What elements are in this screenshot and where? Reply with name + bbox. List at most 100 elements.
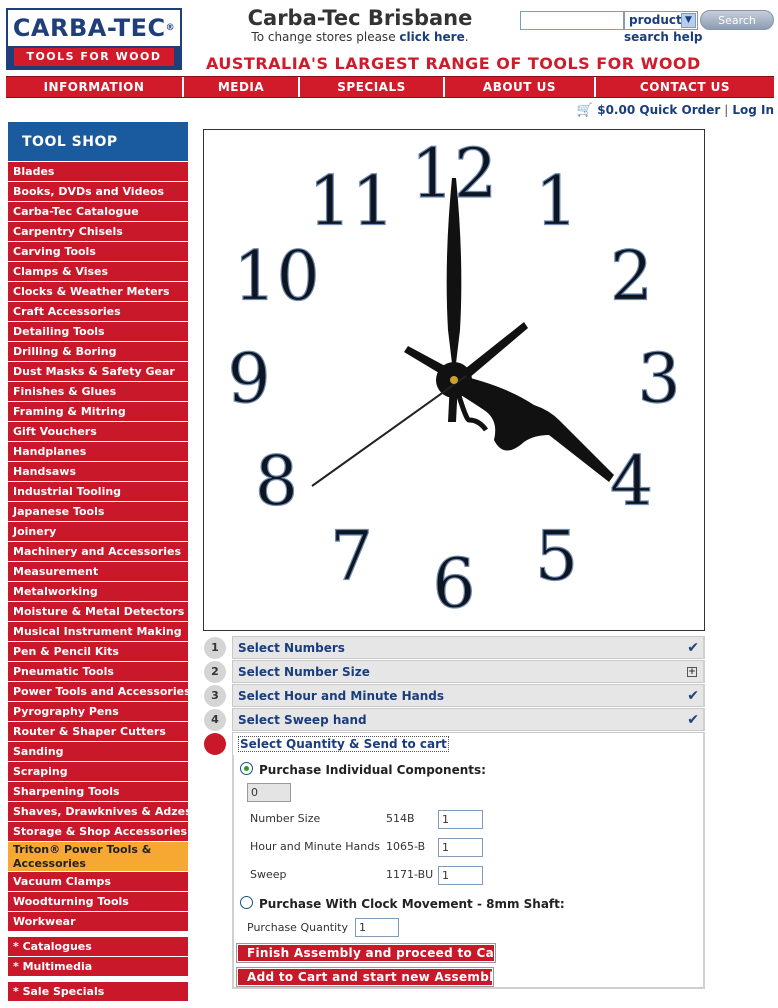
search-input[interactable] bbox=[520, 11, 624, 30]
step-header-1[interactable]: Select Numbers ✔ bbox=[232, 636, 705, 659]
number-size-qty-input[interactable]: 1 bbox=[438, 810, 483, 829]
search-type-value: product bbox=[629, 13, 682, 27]
sidebar-item-moisture-metal-detectors[interactable]: Moisture & Metal Detectors bbox=[8, 602, 188, 622]
step-number: 1 bbox=[204, 637, 226, 659]
clock-movement-radio[interactable] bbox=[240, 896, 253, 909]
tool-shop-heading: TOOL SHOP bbox=[8, 122, 188, 162]
sweep-hand bbox=[311, 375, 467, 487]
purchase-quantity-input[interactable]: 1 bbox=[355, 918, 399, 937]
hour-minute-hands bbox=[404, 178, 614, 482]
nav-media[interactable]: MEDIA bbox=[184, 77, 300, 97]
sidebar-item-multimedia[interactable]: * Multimedia bbox=[8, 957, 188, 977]
sidebar-item-industrial-tooling[interactable]: Industrial Tooling bbox=[8, 482, 188, 502]
sidebar-item-handsaws[interactable]: Handsaws bbox=[8, 462, 188, 482]
sidebar-item-japanese-tools[interactable]: Japanese Tools bbox=[8, 502, 188, 522]
clock-numeral: 6 bbox=[432, 545, 475, 624]
sidebar-item-power-tools-and-accessories[interactable]: Power Tools and Accessories bbox=[8, 682, 188, 702]
sidebar-item-shaves-drawknives-adzes[interactable]: Shaves, Drawknives & Adzes bbox=[8, 802, 188, 822]
quick-order-link[interactable]: Quick Order bbox=[639, 103, 720, 117]
sidebar-item-clamps-vises[interactable]: Clamps & Vises bbox=[8, 262, 188, 282]
sidebar-item-sale-specials[interactable]: * Sale Specials bbox=[8, 982, 188, 1002]
shopping-cart-icon[interactable]: 🛒 bbox=[577, 103, 593, 118]
step-title: Select Number Size bbox=[238, 665, 370, 679]
component-code-sweep: 1171-BU bbox=[386, 868, 434, 881]
sidebar-item-carba-tec-catalogue[interactable]: Carba-Tec Catalogue bbox=[8, 202, 188, 222]
sidebar-item-gift-vouchers[interactable]: Gift Vouchers bbox=[8, 422, 188, 442]
cart-total: $0.00 bbox=[597, 103, 636, 117]
clock-center-cap bbox=[450, 376, 458, 384]
search-help-link[interactable]: search help bbox=[624, 30, 703, 44]
hands-qty-input[interactable]: 1 bbox=[438, 838, 483, 857]
sidebar-extras-2: * Sale Specials bbox=[8, 982, 188, 1002]
step-row: 1 Select Numbers ✔ bbox=[203, 636, 705, 660]
individual-components-radio[interactable] bbox=[240, 762, 253, 775]
sidebar-item-drilling-boring[interactable]: Drilling & Boring bbox=[8, 342, 188, 362]
search-button[interactable]: Search bbox=[700, 10, 774, 30]
category-list-after: Vacuum Clamps Woodturning Tools Workwear bbox=[8, 872, 188, 932]
nav-specials[interactable]: SPECIALS bbox=[300, 77, 445, 97]
finish-assembly-button[interactable]: Finish Assembly and proceed to Cart bbox=[236, 943, 506, 963]
expand-icon[interactable]: + bbox=[687, 667, 697, 677]
nav-about-us[interactable]: ABOUT US bbox=[445, 77, 596, 97]
sidebar-item-musical-instrument-making[interactable]: Musical Instrument Making bbox=[8, 622, 188, 642]
step-row: 2 Select Number Size + bbox=[203, 660, 705, 684]
sweep-qty-input[interactable]: 1 bbox=[438, 866, 483, 885]
sidebar-item-framing-mitring[interactable]: Framing & Mitring bbox=[8, 402, 188, 422]
nav-contact-us[interactable]: CONTACT US bbox=[596, 77, 774, 97]
individual-components-label: Purchase Individual Components: bbox=[259, 763, 486, 777]
step-row: 3 Select Hour and Minute Hands ✔ bbox=[203, 684, 705, 708]
sidebar-item-carpentry-chisels[interactable]: Carpentry Chisels bbox=[8, 222, 188, 242]
sidebar-item-books-dvds-and-videos[interactable]: Books, DVDs and Videos bbox=[8, 182, 188, 202]
sidebar-item-vacuum-clamps[interactable]: Vacuum Clamps bbox=[8, 872, 188, 892]
step-number: 4 bbox=[204, 709, 226, 731]
sidebar-item-detailing-tools[interactable]: Detailing Tools bbox=[8, 322, 188, 342]
step-header-2[interactable]: Select Number Size + bbox=[232, 660, 705, 683]
sidebar-item-router-shaper-cutters[interactable]: Router & Shaper Cutters bbox=[8, 722, 188, 742]
sidebar-item-machinery-and-accessories[interactable]: Machinery and Accessories bbox=[8, 542, 188, 562]
purchase-quantity-label: Purchase Quantity bbox=[247, 921, 348, 934]
clock-face: 12 1234567891011 bbox=[227, 134, 681, 624]
component-name-number-size: Number Size bbox=[250, 812, 321, 825]
step-header-4[interactable]: Select Sweep hand ✔ bbox=[232, 708, 705, 731]
sidebar-item-clocks-weather-meters[interactable]: Clocks & Weather Meters bbox=[8, 282, 188, 302]
step-number: 5 bbox=[204, 733, 226, 755]
sidebar-item-sharpening-tools[interactable]: Sharpening Tools bbox=[8, 782, 188, 802]
hour-hand bbox=[454, 374, 614, 482]
step-header-5[interactable]: Select Quantity & Send to cart bbox=[232, 732, 705, 755]
sidebar-item-finishes-glues[interactable]: Finishes & Glues bbox=[8, 382, 188, 402]
sidebar-item-pyrography-pens[interactable]: Pyrography Pens bbox=[8, 702, 188, 722]
login-link[interactable]: Log In bbox=[732, 103, 774, 117]
top-navigation: INFORMATION MEDIA SPECIALS ABOUT US CONT… bbox=[6, 76, 774, 98]
clock-numeral: 4 bbox=[610, 443, 653, 522]
component-name-sweep: Sweep bbox=[250, 868, 287, 881]
component-code-hands: 1065-B bbox=[386, 840, 426, 853]
add-to-cart-button[interactable]: Add to Cart and start new Assembly bbox=[236, 967, 501, 987]
checkmark-icon: ✔ bbox=[687, 712, 699, 728]
sidebar-item-blades[interactable]: Blades bbox=[8, 162, 188, 182]
sidebar-item-sanding[interactable]: Sanding bbox=[8, 742, 188, 762]
nav-information[interactable]: INFORMATION bbox=[6, 77, 184, 97]
sidebar-item-triton[interactable]: Triton® Power Tools & Accessories bbox=[8, 842, 188, 872]
chevron-down-icon: ▼ bbox=[681, 13, 696, 28]
search-type-select[interactable]: product ▼ bbox=[624, 11, 698, 30]
sidebar-item-catalogues[interactable]: * Catalogues bbox=[8, 937, 188, 957]
sidebar-item-dust-masks-safety-gear[interactable]: Dust Masks & Safety Gear bbox=[8, 362, 188, 382]
sidebar-item-pen-pencil-kits[interactable]: Pen & Pencil Kits bbox=[8, 642, 188, 662]
sidebar-item-craft-accessories[interactable]: Craft Accessories bbox=[8, 302, 188, 322]
sidebar-item-measurement[interactable]: Measurement bbox=[8, 562, 188, 582]
sidebar-item-metalworking[interactable]: Metalworking bbox=[8, 582, 188, 602]
step-header-3[interactable]: Select Hour and Minute Hands ✔ bbox=[232, 684, 705, 707]
sidebar-item-woodturning-tools[interactable]: Woodturning Tools bbox=[8, 892, 188, 912]
sidebar-item-storage-shop-accessories[interactable]: Storage & Shop Accessories bbox=[8, 822, 188, 842]
sidebar-extras: * Catalogues * Multimedia bbox=[8, 937, 188, 977]
checkmark-icon: ✔ bbox=[687, 688, 699, 704]
sidebar-item-carving-tools[interactable]: Carving Tools bbox=[8, 242, 188, 262]
sidebar-item-handplanes[interactable]: Handplanes bbox=[8, 442, 188, 462]
sidebar-item-scraping[interactable]: Scraping bbox=[8, 762, 188, 782]
sidebar-item-pneumatic-tools[interactable]: Pneumatic Tools bbox=[8, 662, 188, 682]
sidebar-item-joinery[interactable]: Joinery bbox=[8, 522, 188, 542]
sidebar-item-workwear[interactable]: Workwear bbox=[8, 912, 188, 932]
change-store-link[interactable]: click here bbox=[399, 30, 464, 44]
store-title: Carba-Tec Brisbane bbox=[247, 6, 473, 30]
carbatec-logo[interactable]: CARBA-TEC® TOOLS FOR WOOD bbox=[6, 8, 182, 70]
